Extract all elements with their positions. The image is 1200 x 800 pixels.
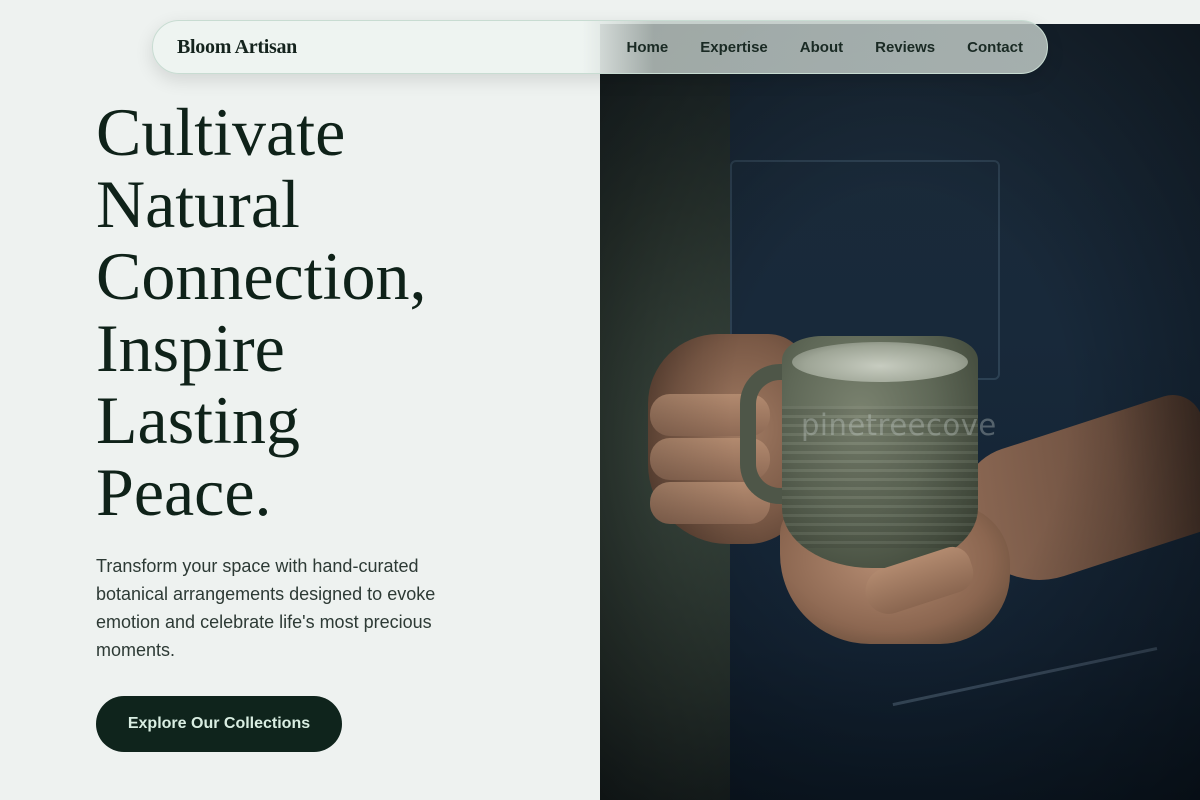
nav-links: Home Expertise About Reviews Contact (627, 39, 1023, 56)
nav-link-reviews[interactable]: Reviews (875, 39, 935, 56)
headline-line: Inspire (96, 310, 285, 386)
page: pinetreecove Bloom Artisan Home Expertis… (0, 0, 1200, 800)
headline-line: Natural (96, 166, 300, 242)
hero-headline: Cultivate Natural Connection, Inspire La… (96, 96, 576, 528)
nav-link-home[interactable]: Home (627, 39, 669, 56)
nav-link-contact[interactable]: Contact (967, 39, 1023, 56)
headline-line: Cultivate (96, 94, 346, 170)
brand-logo[interactable]: Bloom Artisan (177, 36, 297, 59)
top-nav: Bloom Artisan Home Expertise About Revie… (152, 20, 1048, 74)
nav-link-about[interactable]: About (800, 39, 843, 56)
nav-link-expertise[interactable]: Expertise (700, 39, 768, 56)
headline-line: Lasting (96, 382, 300, 458)
headline-line: Peace. (96, 454, 272, 530)
hero-description: Transform your space with hand-curated b… (96, 556, 436, 660)
image-watermark: pinetreecove (801, 408, 997, 442)
headline-line: Connection, (96, 238, 427, 314)
explore-collections-button[interactable]: Explore Our Collections (96, 696, 342, 752)
